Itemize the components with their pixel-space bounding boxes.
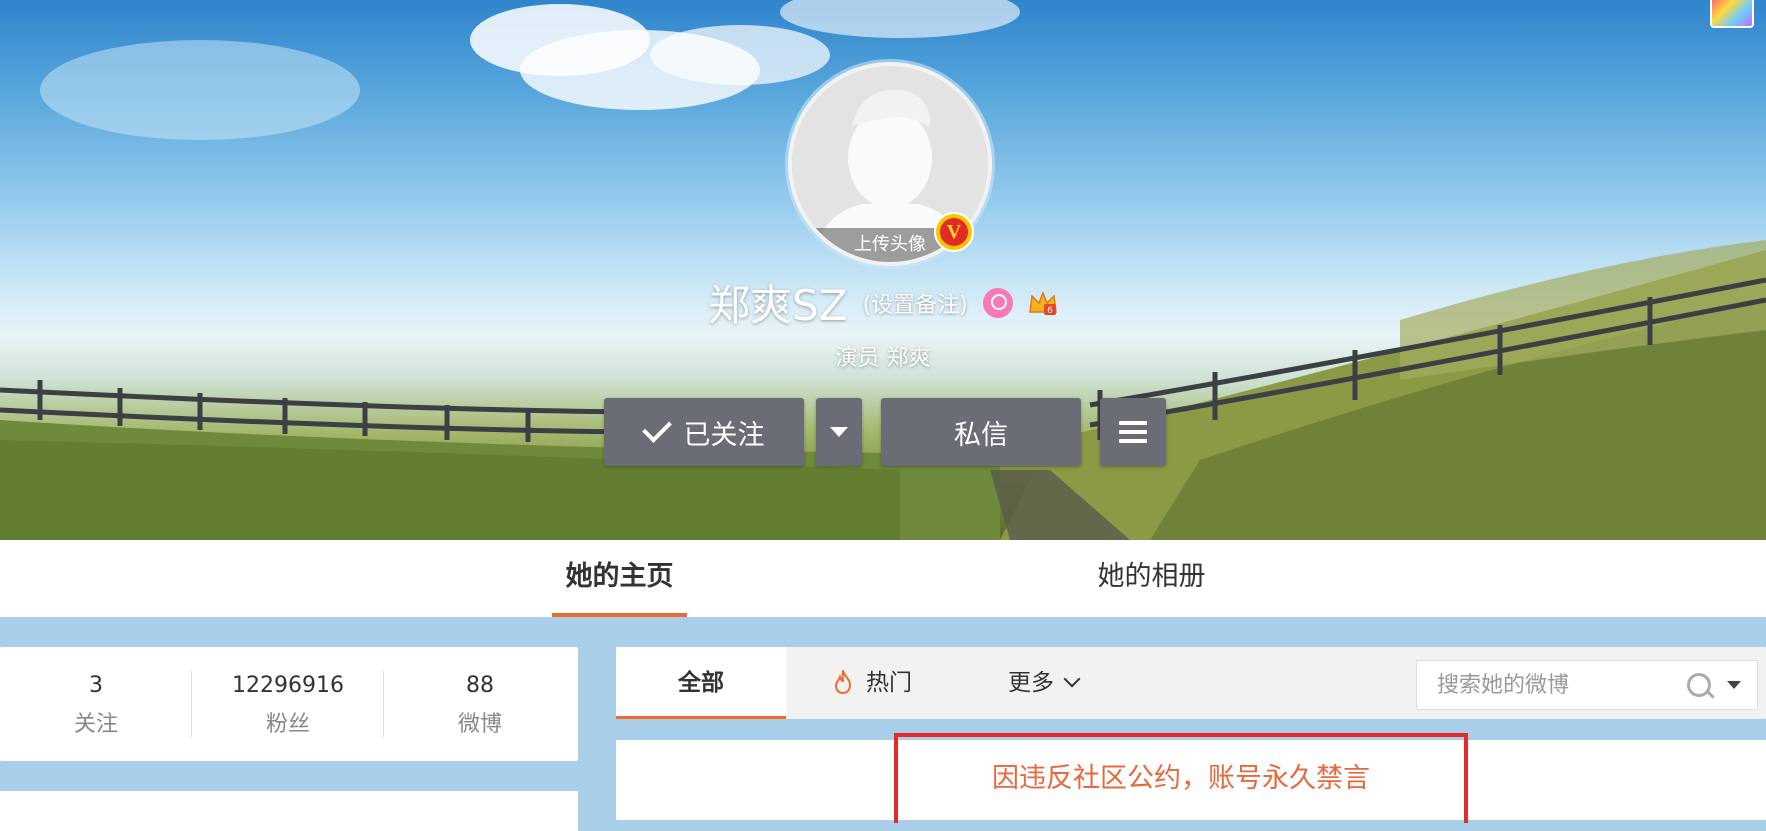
tab-her-album[interactable]: 她的相册 — [1084, 540, 1219, 617]
female-icon — [982, 287, 1013, 318]
message-button[interactable]: 私信 — [881, 398, 1081, 466]
search-icon[interactable] — [1687, 673, 1711, 697]
stat-following[interactable]: 3 关注 — [0, 647, 192, 761]
cover-settings-icon[interactable] — [1710, 0, 1754, 28]
hamburger-icon — [1119, 421, 1147, 425]
weibo-search — [1416, 660, 1758, 710]
caret-down-icon — [830, 427, 848, 437]
crown-icon[interactable]: 6 — [1028, 290, 1058, 316]
tab-her-home[interactable]: 她的主页 — [552, 540, 687, 617]
more-menu-button[interactable] — [1100, 398, 1166, 466]
profile-nickname: 郑爽SZ — [708, 281, 848, 330]
tab-all[interactable]: 全部 — [616, 647, 786, 719]
chevron-down-icon — [1063, 670, 1081, 688]
profile-name-row: 郑爽SZ (设置备注) 6 — [0, 272, 1766, 333]
tab-more[interactable]: 更多 — [1008, 647, 1081, 719]
profile-nav: 她的主页 她的相册 — [0, 540, 1766, 617]
stat-fans[interactable]: 12296916 粉丝 — [192, 647, 384, 761]
set-remark-link[interactable]: (设置备注) — [863, 293, 968, 318]
check-icon — [641, 413, 672, 443]
stat-weibo[interactable]: 88 微博 — [384, 647, 576, 761]
info-card — [0, 791, 578, 831]
follow-dropdown-button[interactable] — [816, 398, 862, 466]
ban-notice: 因违反社区公约，账号永久禁言 — [992, 763, 1370, 794]
fire-icon — [834, 670, 852, 694]
tab-hot[interactable]: 热门 — [834, 647, 912, 719]
search-dropdown-icon[interactable] — [1727, 681, 1741, 689]
profile-tagline: 演员 郑爽 — [835, 346, 931, 371]
svg-text:6: 6 — [1047, 306, 1053, 316]
stats-card: 3 关注 12296916 粉丝 88 微博 — [0, 647, 578, 761]
verified-v-icon: V — [934, 212, 974, 252]
followed-button[interactable]: 已关注 — [604, 398, 804, 466]
search-input[interactable] — [1435, 669, 1679, 701]
